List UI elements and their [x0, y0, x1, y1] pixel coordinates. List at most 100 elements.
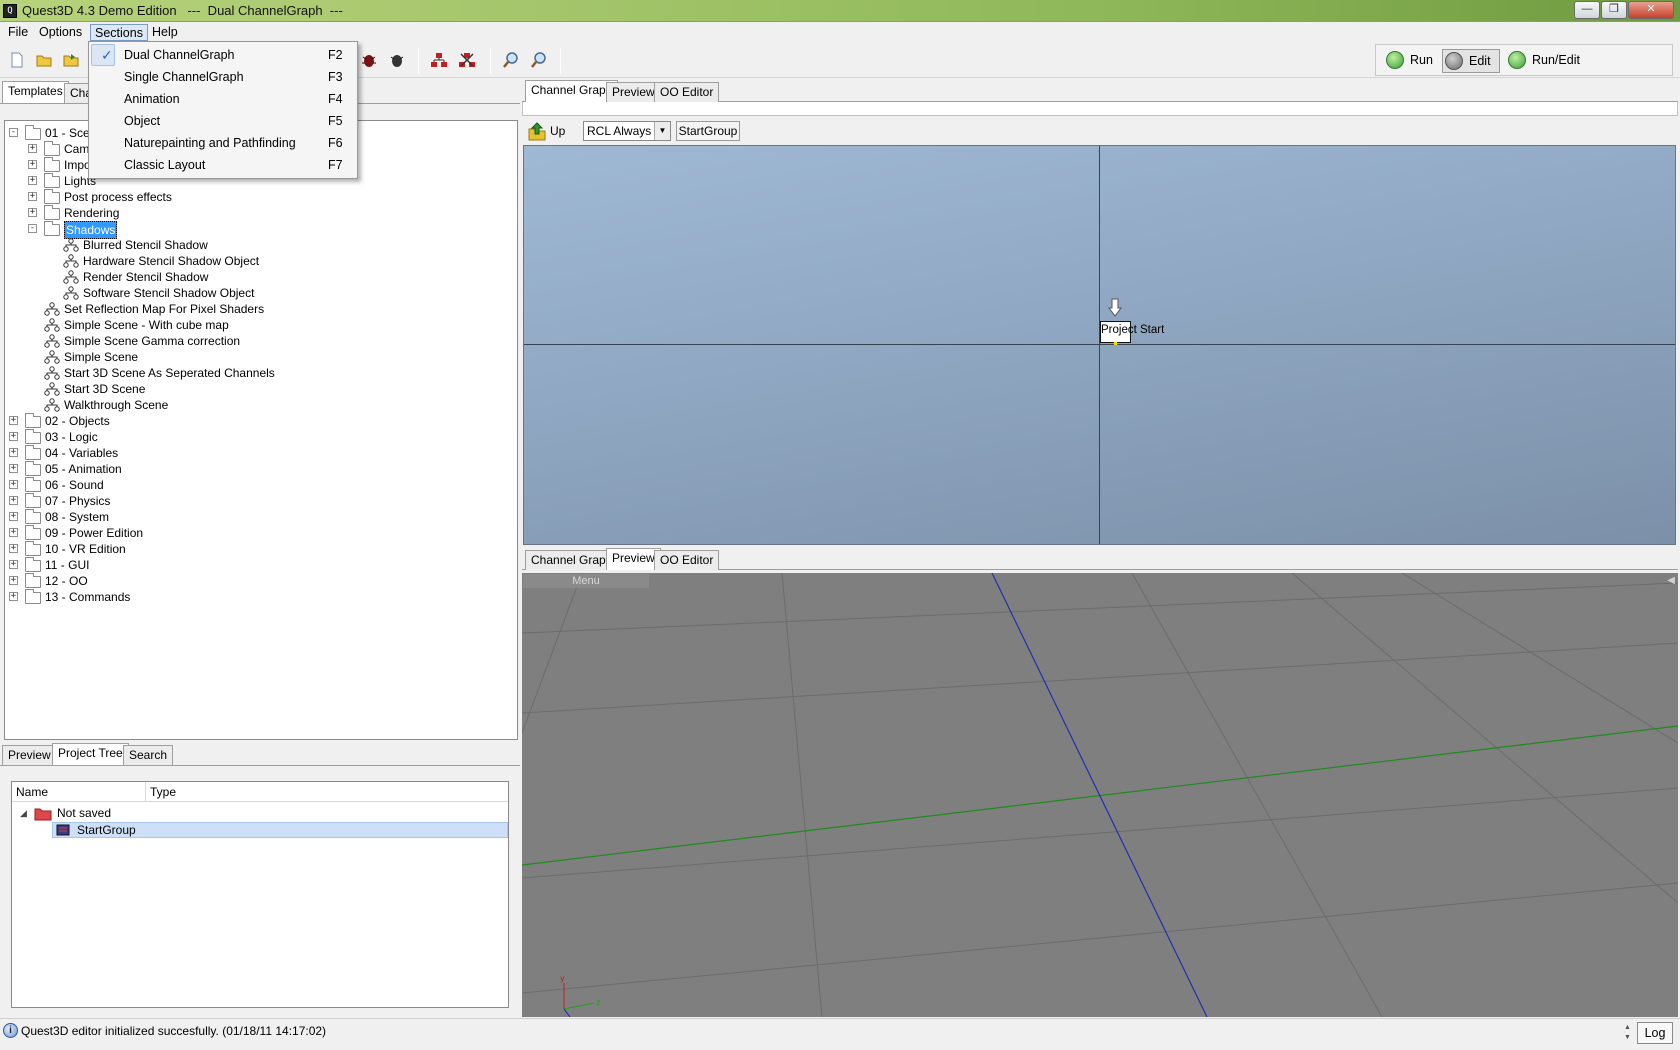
tree-item[interactable]: Software Stencil Shadow Object [5, 285, 515, 301]
tab-channel-graph-bottom[interactable]: Channel Graph [525, 550, 619, 570]
tree-item[interactable]: - Shadows [5, 221, 515, 239]
menu-item-object[interactable]: Object F5 [91, 110, 355, 132]
menu-item-shortcut: F2 [328, 48, 343, 62]
tree-item[interactable]: +05 - Animation [5, 461, 515, 477]
menu-item-shortcut: F3 [328, 70, 343, 84]
menu-item-single-channelgraph[interactable]: Single ChannelGraph F3 [91, 66, 355, 88]
bug-icon[interactable] [360, 51, 378, 69]
expand-toggle-icon[interactable]: + [9, 432, 18, 441]
menu-options[interactable]: Options [35, 24, 86, 41]
zoom-in-icon[interactable] [502, 51, 520, 69]
column-type[interactable]: Type [146, 782, 508, 802]
tree-item[interactable]: +02 - Objects [5, 413, 515, 429]
expand-toggle-icon[interactable]: + [9, 544, 18, 553]
expand-toggle-icon[interactable]: + [28, 176, 37, 185]
channel-tree-delete-icon[interactable] [458, 51, 476, 69]
tree-item[interactable]: +04 - Variables [5, 445, 515, 461]
tree-item[interactable]: +13 - Commands [5, 589, 515, 605]
edit-button[interactable]: Edit [1442, 49, 1500, 73]
log-spinner-icon[interactable]: ▲ ▼ [1624, 1023, 1634, 1043]
tree-item[interactable]: Set Reflection Map For Pixel Shaders [5, 301, 515, 317]
run-edit-button[interactable]: Run/Edit [1506, 49, 1586, 73]
column-name[interactable]: Name [12, 782, 146, 802]
tree-item[interactable]: + Post process effects [5, 189, 515, 205]
expand-toggle-icon[interactable]: + [28, 160, 37, 169]
channel-select[interactable]: RCL Always ▼ [583, 121, 671, 141]
expand-toggle-icon[interactable]: + [9, 512, 18, 521]
startgroup-button[interactable]: StartGroup [676, 121, 740, 141]
chevron-down-icon[interactable]: ▼ [654, 122, 670, 140]
tree-item[interactable]: +03 - Logic [5, 429, 515, 445]
menu-item-classic-layout[interactable]: Classic Layout F7 [91, 154, 355, 176]
log-button[interactable]: Log [1637, 1022, 1673, 1044]
expand-toggle-icon[interactable]: + [9, 496, 18, 505]
tree-item[interactable]: Render Stencil Shadow [5, 269, 515, 285]
up-arrow-icon[interactable] [527, 121, 547, 141]
tree-item[interactable]: Walkthrough Scene [5, 397, 515, 413]
tree-item[interactable]: Start 3D Scene As Seperated Channels [5, 365, 515, 381]
tab-preview[interactable]: Preview [2, 745, 57, 765]
tab-channel-graph[interactable]: Channel Graph [525, 80, 619, 102]
tree-item[interactable]: Simple Scene Gamma correction [5, 333, 515, 349]
tree-item[interactable]: +09 - Power Edition [5, 525, 515, 541]
folder-icon [44, 141, 60, 156]
collapse-toggle-icon[interactable]: - [28, 224, 37, 233]
channel-tree-icon[interactable] [430, 51, 448, 69]
preview-menu-button[interactable]: Menu [523, 574, 649, 588]
expand-toggle-icon[interactable]: + [9, 448, 18, 457]
tab-oo-editor-top[interactable]: OO Editor [654, 82, 720, 102]
expand-toggle-icon[interactable]: + [9, 480, 18, 489]
expand-toggle-icon[interactable]: + [9, 592, 18, 601]
open-recent-icon[interactable] [62, 51, 80, 69]
tab-preview-bottom[interactable]: Preview [606, 548, 661, 570]
tree-item[interactable]: Simple Scene [5, 349, 515, 365]
expand-toggle-icon[interactable]: + [9, 576, 18, 585]
run-button[interactable]: Run [1384, 49, 1438, 73]
expand-toggle-icon[interactable]: + [28, 144, 37, 153]
tab-templates[interactable]: Templates [2, 81, 69, 103]
tree-item[interactable]: + Rendering [5, 205, 515, 221]
tree-item[interactable]: +11 - GUI [5, 557, 515, 573]
collapse-left-icon[interactable]: ◀ [1667, 575, 1675, 586]
tree-item[interactable]: Simple Scene - With cube map [5, 317, 515, 333]
templates-tree: -01 - Scen + Came + Impo + Lights + Post process… [4, 120, 518, 740]
channel-graph-canvas[interactable]: Project Start [523, 145, 1676, 545]
tab-search[interactable]: Search [123, 745, 174, 765]
menu-item-shortcut: F7 [328, 158, 343, 172]
menu-item-animation[interactable]: Animation F4 [91, 88, 355, 110]
expand-toggle-icon[interactable]: + [9, 464, 18, 473]
tree-item[interactable]: +07 - Physics [5, 493, 515, 509]
menu-item-dual-channelgraph[interactable]: ✓ Dual ChannelGraph F2 [91, 44, 355, 66]
preview-viewport[interactable]: Menu ◀ y z [522, 573, 1678, 1017]
expand-toggle-icon[interactable]: + [28, 192, 37, 201]
expand-toggle-icon[interactable]: + [9, 528, 18, 537]
open-folder-icon[interactable] [35, 51, 53, 69]
menu-file[interactable]: File [4, 24, 32, 41]
zoom-out-icon[interactable] [530, 51, 548, 69]
tab-preview-top[interactable]: Preview [606, 82, 661, 102]
collapse-arrow-icon[interactable]: ◢ [20, 808, 27, 819]
up-button[interactable]: Up [550, 124, 565, 138]
debug-step-icon[interactable] [388, 51, 406, 69]
tree-item[interactable]: +08 - System [5, 509, 515, 525]
menu-sections[interactable]: Sections [90, 24, 148, 41]
tree-item[interactable]: +12 - OO [5, 573, 515, 589]
close-button[interactable]: ✕ [1628, 1, 1674, 19]
maximize-button[interactable]: ❐ [1601, 1, 1627, 19]
expand-toggle-icon[interactable]: + [9, 560, 18, 569]
tree-item[interactable]: +10 - VR Edition [5, 541, 515, 557]
tree-item[interactable]: Blurred Stencil Shadow [5, 237, 515, 253]
tree-item[interactable]: Start 3D Scene [5, 381, 515, 397]
new-file-icon[interactable] [8, 51, 26, 69]
expand-toggle-icon[interactable]: + [28, 208, 37, 217]
minimize-button[interactable]: — [1574, 1, 1600, 19]
tab-project-tree[interactable]: Project Tree [52, 743, 129, 765]
expand-toggle-icon[interactable]: + [9, 416, 18, 425]
menu-item-naturepainting[interactable]: Naturepainting and Pathfinding F6 [91, 132, 355, 154]
collapse-toggle-icon[interactable]: - [9, 128, 18, 137]
menu-help[interactable]: Help [148, 24, 182, 41]
tree-item[interactable]: Hardware Stencil Shadow Object [5, 253, 515, 269]
tree-item[interactable]: +06 - Sound [5, 477, 515, 493]
tab-oo-editor-bottom[interactable]: OO Editor [654, 550, 720, 570]
project-root-label[interactable]: Not saved [57, 806, 111, 820]
